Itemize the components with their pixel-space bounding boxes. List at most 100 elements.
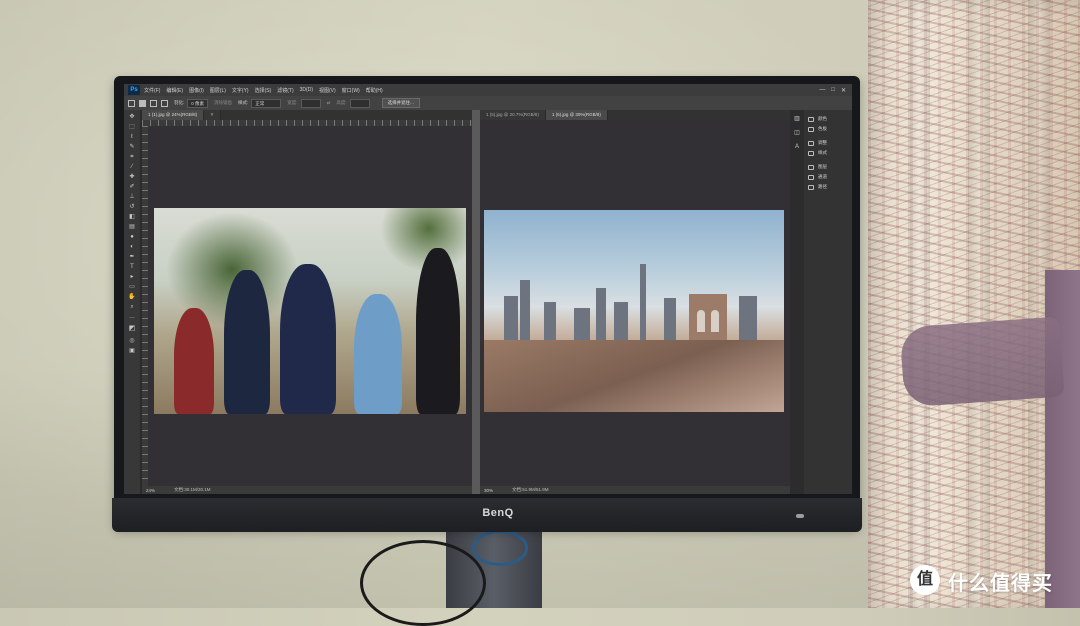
photo-building [614,302,628,342]
palette-icon [808,116,814,122]
menu-filter[interactable]: 滤镜(T) [277,87,293,94]
brush-icon[interactable]: ✐ [128,184,136,190]
swatches-icon [808,126,814,132]
panel-item-paths[interactable]: 路径 [808,184,827,190]
photoshop-logo: Ps [128,85,140,95]
photo-building [664,298,676,342]
path-select-icon[interactable]: ▸ [128,274,136,280]
close-button[interactable]: ✕ [841,87,846,94]
document-tab[interactable]: 1 (5).jpg @ 20.7%(RGB/8) [480,110,546,120]
width-input[interactable] [300,98,321,108]
eraser-icon[interactable]: ◧ [128,214,136,220]
stamp-icon[interactable]: ⊥ [128,194,136,200]
menu-image[interactable]: 图像(I) [189,87,204,94]
minimize-button[interactable]: — [819,87,825,94]
crop-icon[interactable]: ⌗ [128,154,136,160]
move-icon[interactable]: ✥ [128,114,136,120]
panel-item-channels[interactable]: 通道 [808,174,827,180]
channels-icon [808,174,814,180]
height-label: 高度: [336,100,347,105]
history-brush-icon[interactable]: ↺ [128,204,136,210]
options-bar: 羽化: 0 像素 消除锯齿 样式: 正常 宽度: ⇄ 高度: 选择并遮住... [124,96,852,111]
photo-figure [224,270,270,414]
document-tab[interactable]: 1 (1).jpg @ 24%(RGB/8) [142,110,205,120]
menu-3d[interactable]: 3D(D) [300,87,313,93]
height-input[interactable] [349,98,370,108]
watermark-logo: 值 [910,565,940,595]
select-and-mask-button[interactable]: 选择并遮住... [381,98,420,108]
paths-icon [808,184,814,190]
healing-icon[interactable]: ✚ [128,174,136,180]
cable [472,530,528,566]
properties-icon[interactable]: ◫ [790,130,804,136]
panel-item-layers[interactable]: 图层 [808,164,827,170]
panel-item-styles[interactable]: 样式 [808,150,827,156]
rectangle-icon[interactable]: ▭ [128,284,136,290]
photo-figure [416,248,460,414]
zoom-icon[interactable]: ⌕ [128,304,136,310]
tools-panel: ✥ ⬚ ℓ ✎ ⌗ ⁄ ✚ ✐ ⊥ ↺ ◧ ▤ ● ◐ ✒ T ▸ ▭ ✋ ⌕ … [124,110,140,494]
type-icon[interactable]: T [128,264,136,270]
width-label: 宽度: [287,100,298,105]
panel-item-adjustments[interactable]: 调整 [808,140,827,146]
eyedropper-icon[interactable]: ⁄ [128,164,136,170]
hand-icon[interactable]: ✋ [128,294,136,300]
lasso-icon[interactable]: ℓ [128,134,136,140]
adjustments-icon [808,140,814,146]
photo-figure [280,264,336,414]
add-selection-icon[interactable] [150,99,157,107]
document-size: 文档:51.9M/51.9M [512,487,549,492]
marquee-icon[interactable]: ⬚ [128,124,136,130]
collapsed-panel-strip: ▥ ◫ A [790,110,804,494]
colors-icon[interactable]: ◩ [128,325,136,332]
photo-building [574,308,590,342]
panel-item-swatches[interactable]: 色板 [808,126,827,132]
bridge-deck [484,340,784,412]
panel-item-color[interactable]: 颜色 [808,116,827,122]
antialias-checkbox[interactable]: 消除锯齿 [214,100,232,106]
status-bar: 24% 文档:30.1M/30.1M [142,486,472,494]
menu-help[interactable]: 帮助(H) [366,87,383,94]
quick-select-icon[interactable]: ✎ [128,144,136,150]
blur-icon[interactable]: ● [128,234,136,240]
menu-select[interactable]: 选择(S) [255,87,272,94]
split-divider[interactable] [472,110,480,494]
menu-edit[interactable]: 编辑(E) [166,87,183,94]
new-selection-icon[interactable] [139,99,146,107]
zoom-level[interactable]: 24% [146,488,168,493]
brooklyn-bridge-photo [484,210,784,412]
menu-type[interactable]: 文字(Y) [232,87,249,94]
menu-layer[interactable]: 图层(L) [210,87,226,94]
zoom-level[interactable]: 30% [484,488,506,493]
subtract-selection-icon[interactable] [161,99,168,107]
feather-input[interactable]: 0 像素 [187,98,209,108]
document-tab[interactable]: 1 (6).jpg @ 30%(RGB/8) [545,110,608,120]
cable [360,540,486,626]
menu-file[interactable]: 文件(F) [144,87,160,94]
feather-label: 羽化: [174,100,185,105]
quick-mask-icon[interactable]: ◎ [128,338,136,344]
screen-mode-icon[interactable]: ▣ [128,348,136,354]
style-select[interactable]: 正常 [251,98,282,108]
photo-figure [354,294,402,414]
history-icon[interactable]: ▥ [790,116,804,122]
watermark-text: 什么值得买 [948,573,1053,595]
panels-dock: ▥ ◫ A 颜色 色板 调整 样式 图层 通道 路径 [790,110,852,494]
pen-icon[interactable]: ✒ [128,254,136,260]
close-tab-icon[interactable]: ✕ [204,110,221,120]
menu-view[interactable]: 视图(V) [319,87,336,94]
menu-window[interactable]: 窗口(W) [342,87,360,94]
curtain-tieback [899,316,1065,408]
gradient-icon[interactable]: ▤ [128,224,136,230]
photo-building [596,288,606,342]
dodge-icon[interactable]: ◐ [128,244,136,250]
photo-building [544,302,556,342]
paragraph-icon[interactable]: A [790,144,804,150]
marquee-tool-icon[interactable] [128,99,135,107]
swap-icon[interactable]: ⇄ [327,100,331,106]
schoolchildren-photo [154,208,466,414]
maximize-button[interactable]: □ [831,87,835,94]
photo-building [640,264,646,342]
more-icon[interactable]: … [128,314,136,320]
photo-building [739,296,757,342]
